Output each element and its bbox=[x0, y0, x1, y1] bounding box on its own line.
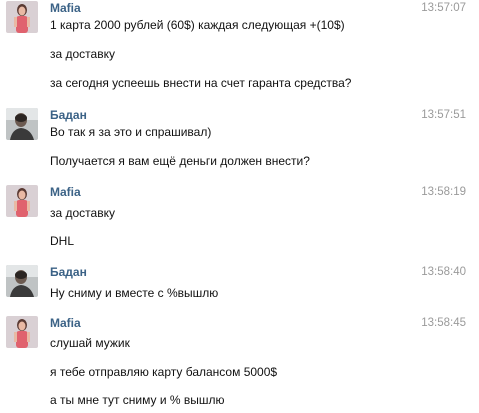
author-name[interactable]: Бадан bbox=[50, 108, 87, 122]
author-name[interactable]: Бадан bbox=[50, 265, 87, 279]
avatar-girl[interactable] bbox=[6, 1, 38, 33]
message-text: Ну сниму и вместе с %вышлю bbox=[50, 286, 219, 300]
message-text: за доставку bbox=[50, 47, 115, 61]
avatar-man[interactable] bbox=[6, 265, 38, 297]
author-name[interactable]: Mafia bbox=[50, 185, 81, 199]
message-text: 1 карта 2000 рублей (60$) каждая следующ… bbox=[50, 18, 345, 32]
message-text: слушай мужик bbox=[50, 336, 130, 350]
message-text: Во так я за это и спрашивал) bbox=[50, 125, 212, 139]
message-time[interactable]: 13:57:51 bbox=[421, 108, 466, 122]
message-time[interactable]: 13:58:19 bbox=[421, 185, 466, 199]
message-time[interactable]: 13:58:45 bbox=[421, 316, 466, 330]
message-text: Получается я вам ещё деньги должен внест… bbox=[50, 154, 310, 168]
message-time[interactable]: 13:57:07 bbox=[421, 1, 466, 15]
message-text: DHL bbox=[50, 234, 75, 248]
message-text: а ты мне тут сниму и % вышлю bbox=[50, 393, 225, 407]
message-text: я тебе отправляю карту балансом 5000$ bbox=[50, 365, 278, 379]
avatar-girl[interactable] bbox=[6, 316, 38, 348]
avatar-girl[interactable] bbox=[6, 185, 38, 217]
message-text: за доставку bbox=[50, 206, 115, 220]
message-text: за сегодня успеешь внести на счет гарант… bbox=[50, 76, 352, 90]
author-name[interactable]: Mafia bbox=[50, 316, 81, 330]
author-name[interactable]: Mafia bbox=[50, 1, 81, 15]
avatar-man[interactable] bbox=[6, 108, 38, 140]
message-time[interactable]: 13:58:40 bbox=[421, 265, 466, 279]
